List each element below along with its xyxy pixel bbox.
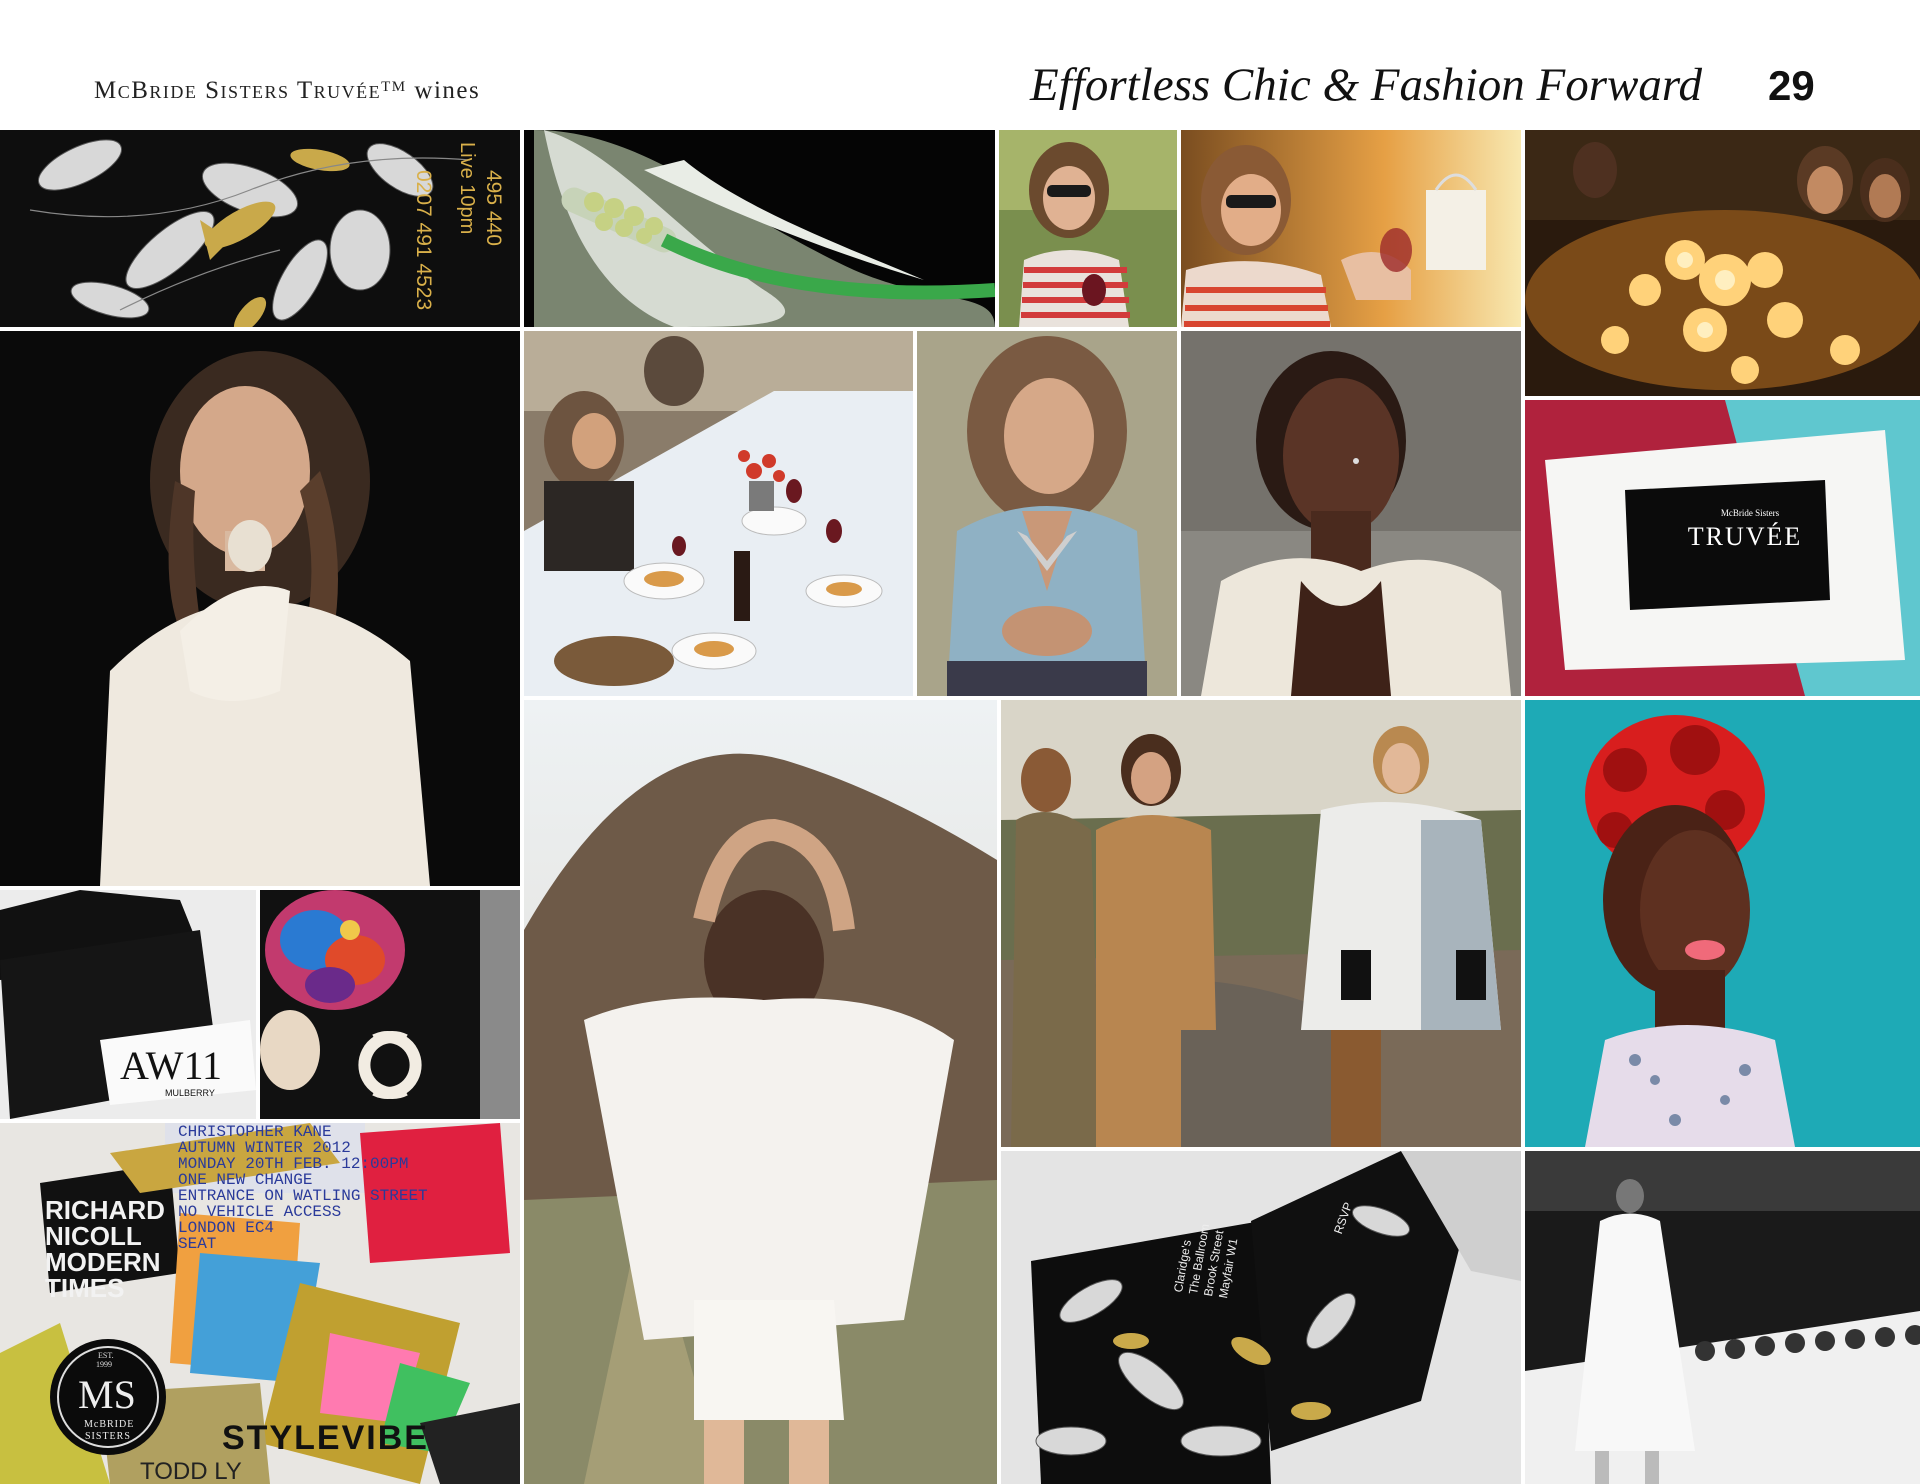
woman-red-roses-headpiece-photo — [1525, 700, 1920, 1147]
stylevibe-label: STYLEVIBE — [222, 1419, 429, 1457]
card-todd: TODD LY — [140, 1458, 242, 1484]
brand-suffix: wines — [414, 77, 481, 104]
claridges-invitation-photo: Claridge's The Ballroom Brook Street May… — [1001, 1151, 1521, 1484]
outdoor-dining-table-photo — [524, 331, 913, 696]
brand-name: McBride Sisters Truvée — [94, 77, 382, 104]
truvee-card-brand: McBride Sisters — [1720, 508, 1780, 518]
seal-name-1: McBRIDE — [84, 1419, 135, 1430]
model-cream-sweater-photo — [0, 331, 520, 886]
invite-phone-2: 495 440 — [482, 170, 505, 246]
candlelit-dinner-photo — [1525, 130, 1920, 396]
section-title: Effortless Chic & Fashion Forward — [1030, 59, 1702, 111]
aw11-label: AW11 — [120, 1043, 222, 1088]
floral-invitation-photo: Live 10pm 0207 491 4523 495 440 — [0, 130, 520, 327]
truvee-card-name: TRUVÉE — [1687, 522, 1803, 551]
card-line-4: TIMES — [45, 1273, 125, 1303]
lace-dress-hills-photo — [524, 700, 997, 1484]
black-invitation-aw11-photo: AW11 MULBERRY — [0, 890, 256, 1119]
woman-denim-shirt-photo — [917, 331, 1177, 696]
runway-model-bw-photo — [1525, 1151, 1920, 1484]
three-women-autumn-coats-photo — [1001, 700, 1521, 1147]
woman-profile-white-cardigan-photo — [1181, 331, 1521, 696]
invite-phone-1: 0207 491 4523 — [412, 170, 435, 311]
woman-wine-sunglasses-photo — [999, 130, 1177, 327]
seal-initials: MS — [78, 1372, 136, 1417]
brand-line: McBride Sisters TruvéeTM wines — [94, 77, 480, 105]
seal-name-2: SISTERS — [85, 1431, 131, 1442]
seal-est: EST. — [98, 1351, 114, 1360]
stylevibe-collage-photo: CHRISTOPHER KANE AUTUMN WINTER 2012 MOND… — [0, 1123, 520, 1484]
invite-text: Live 10pm — [456, 142, 478, 235]
seal-year: 1999 — [96, 1360, 112, 1369]
trademark-mark: TM — [381, 79, 407, 95]
friends-wine-outdoors-photo — [1181, 130, 1521, 327]
chanel-floral-print-photo — [260, 890, 520, 1119]
calla-lily-photo — [524, 130, 995, 327]
page-number: 29 — [1768, 62, 1815, 109]
poster-line-8: SEAT — [178, 1235, 217, 1253]
truvee-business-card-photo: McBride Sisters TRUVÉE — [1525, 400, 1920, 696]
aw11-maker: MULBERRY — [165, 1088, 215, 1098]
